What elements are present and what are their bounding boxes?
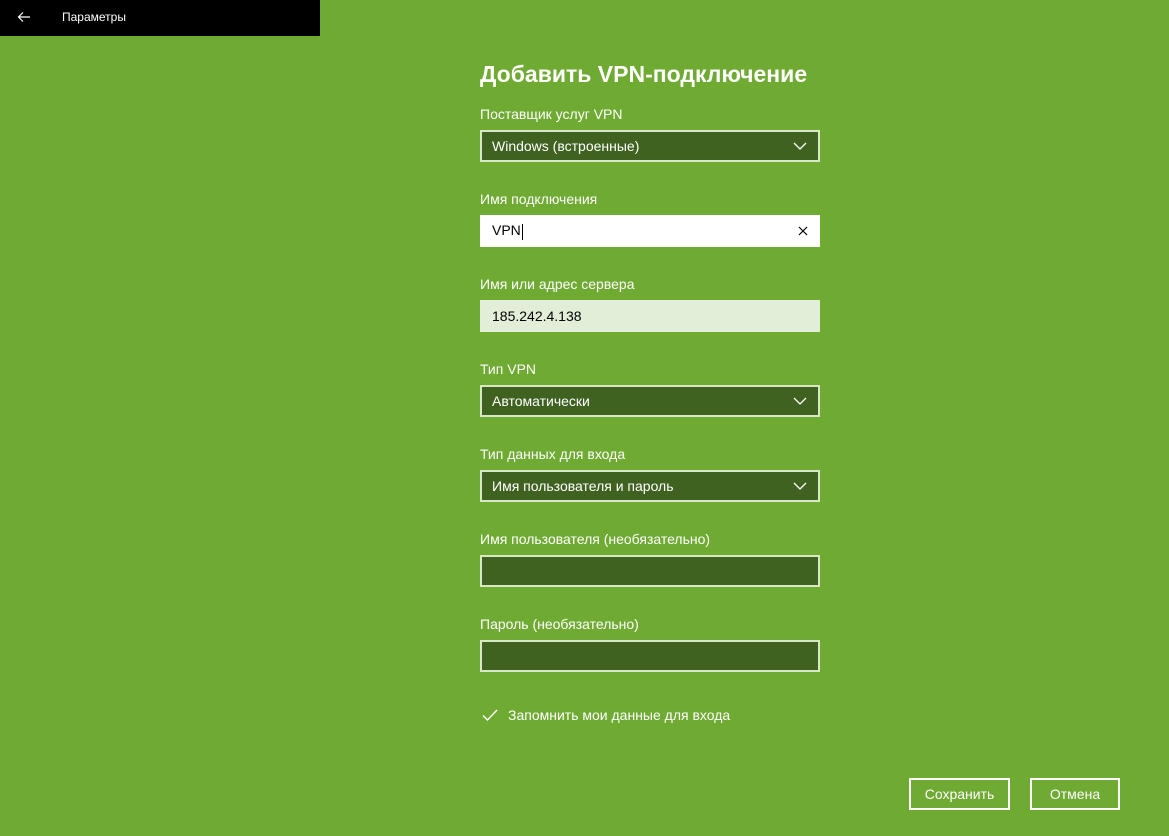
- clear-button[interactable]: [788, 217, 818, 245]
- server-input[interactable]: 185.242.4.138: [480, 300, 820, 332]
- server-value: 185.242.4.138: [492, 308, 582, 324]
- checkmark-icon: [480, 705, 500, 725]
- vpn-type-select[interactable]: Автоматически: [480, 385, 820, 417]
- back-arrow-icon: [17, 12, 30, 22]
- connection-name-value: VPN: [492, 222, 521, 239]
- title-bar: Параметры: [0, 0, 320, 36]
- password-label: Пароль (необязательно): [480, 616, 639, 632]
- page-title: Добавить VPN-подключение: [480, 61, 808, 87]
- text-caret: [521, 223, 523, 240]
- vpn-type-value: Автоматически: [492, 393, 590, 409]
- vpn-type-label: Тип VPN: [480, 361, 537, 377]
- provider-field: Поставщик услуг VPN Windows (встроенные): [480, 104, 820, 162]
- close-icon: [798, 226, 808, 236]
- provider-label: Поставщик услуг VPN: [480, 106, 623, 122]
- chevron-down-icon: [782, 387, 818, 415]
- signin-type-field: Тип данных для входа Имя пользователя и …: [480, 444, 820, 502]
- provider-select[interactable]: Windows (встроенные): [480, 130, 820, 162]
- remember-checkbox[interactable]: Запомнить мои данные для входа: [480, 704, 730, 726]
- title-bar-drag-area: [320, 0, 1169, 36]
- username-field: Имя пользователя (необязательно): [480, 529, 820, 587]
- vpn-form: Добавить VPN-подключение Поставщик услуг…: [480, 58, 820, 672]
- vpn-type-field: Тип VPN Автоматически: [480, 359, 820, 417]
- signin-type-select[interactable]: Имя пользователя и пароль: [480, 470, 820, 502]
- provider-value: Windows (встроенные): [492, 138, 640, 154]
- username-input[interactable]: [480, 555, 820, 587]
- remember-label: Запомнить мои данные для входа: [508, 707, 731, 723]
- connection-name-field: Имя подключения VPN: [480, 189, 820, 247]
- back-button[interactable]: [8, 3, 40, 31]
- server-field: Имя или адрес сервера 185.242.4.138: [480, 274, 820, 332]
- connection-name-label: Имя подключения: [480, 191, 598, 207]
- password-field: Пароль (необязательно): [480, 614, 820, 672]
- cancel-button[interactable]: Отмена: [1030, 778, 1120, 810]
- app-title: Параметры: [62, 10, 126, 24]
- password-input[interactable]: [480, 640, 820, 672]
- connection-name-input[interactable]: VPN: [480, 215, 820, 247]
- server-label: Имя или адрес сервера: [480, 276, 635, 292]
- signin-type-value: Имя пользователя и пароль: [492, 478, 674, 494]
- chevron-down-icon: [782, 472, 818, 500]
- chevron-down-icon: [782, 132, 818, 160]
- save-button[interactable]: Сохранить: [909, 778, 1010, 810]
- signin-type-label: Тип данных для входа: [480, 446, 626, 462]
- username-label: Имя пользователя (необязательно): [480, 531, 711, 547]
